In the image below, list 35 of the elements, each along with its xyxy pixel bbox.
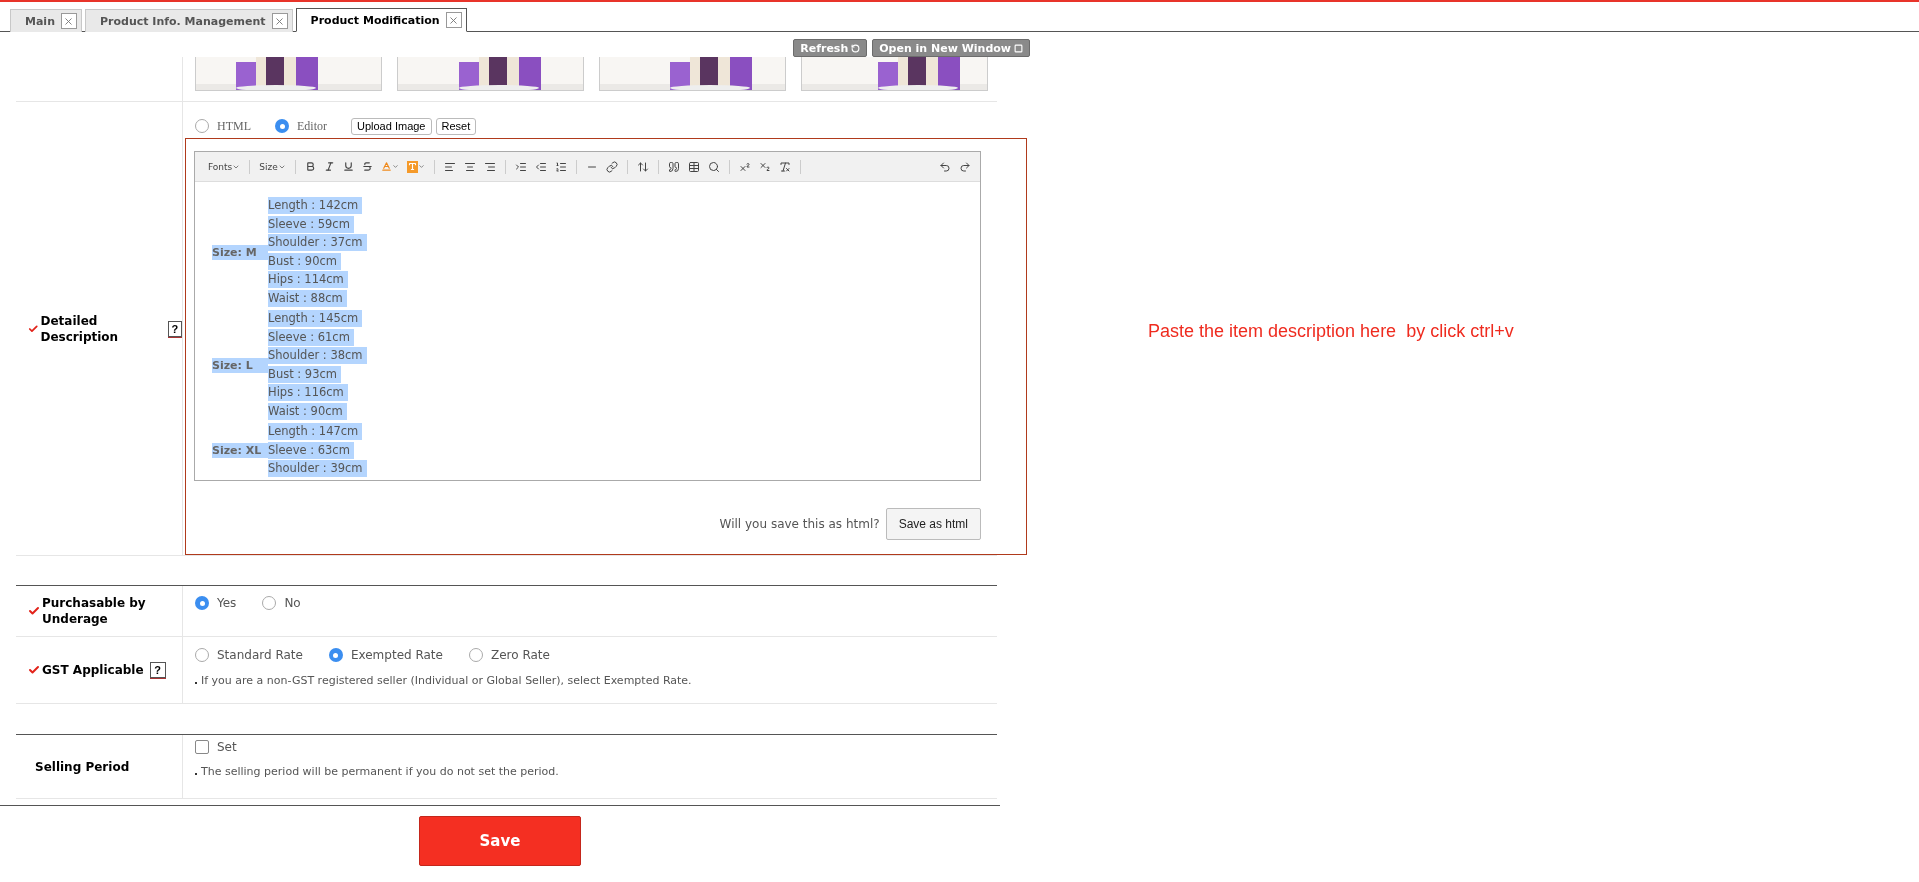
size-label: Size: M [212,245,268,260]
note-text: If you are a non-GST registered seller (Individual or Global Seller), select Exempted Rate. [201,674,692,687]
reset-button[interactable]: Reset [435,117,477,135]
refresh-icon [851,43,861,53]
tab[interactable]: Main [10,9,82,32]
hint-text: Paste the item description here by click ctrl+v [1148,321,1514,341]
field-label: Selling Period [34,758,130,775]
field-label: Purchasable by Underage [42,595,147,627]
size-label: Size: XL [212,443,268,459]
close-icon[interactable] [445,12,462,28]
radio-option[interactable]: Editor [275,118,327,134]
toolbar-dropdown[interactable]: Size [256,161,289,172]
close-icon[interactable] [271,13,288,29]
radio-option[interactable]: No [262,596,301,610]
save-as-html-button[interactable]: Save as html [885,508,981,540]
save-prompt: Will you save this as html? [719,517,880,531]
close-icon[interactable] [61,13,77,29]
upload-image-button[interactable]: Upload Image [351,117,432,135]
field-label: GST Applicable [42,662,144,678]
toolbar-dropdown[interactable]: Fonts [205,161,244,172]
tab[interactable]: Product Info. Management [85,9,293,32]
size-label: Size: L [212,358,268,373]
help-button[interactable]: ? [167,320,182,337]
field-label: Detailed Description [40,312,120,345]
radio-option[interactable]: HTML [195,118,251,134]
radio-option[interactable]: Exempted Rate [328,648,443,662]
note-text: The selling period will be permanent if you do not set the period. [201,765,559,778]
radio-option[interactable]: Yes [195,596,237,610]
tab[interactable]: Product Modification [295,8,467,32]
save-button[interactable]: Save [419,816,581,866]
window-icon [1014,43,1023,53]
help-button[interactable]: ? [149,662,166,678]
checkbox-option[interactable]: Set [195,740,237,754]
radio-option[interactable]: Zero Rate [468,648,550,662]
radio-option[interactable]: Standard Rate [195,648,303,662]
